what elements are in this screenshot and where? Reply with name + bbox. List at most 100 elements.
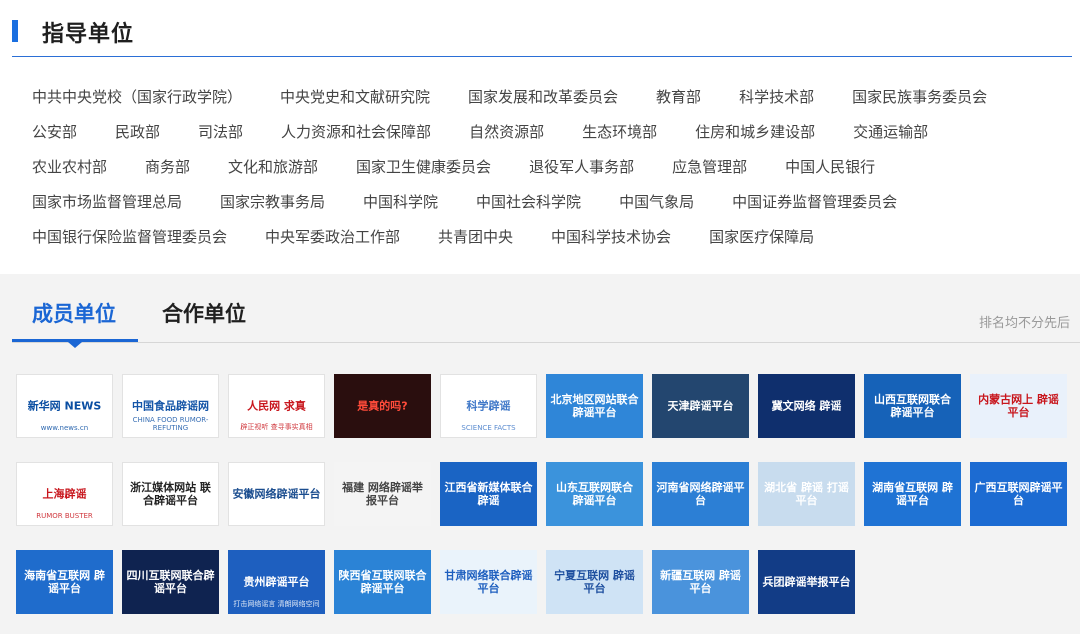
tab-member-units[interactable]: 成员单位 — [32, 298, 116, 328]
org-link[interactable]: 国家民族事务委员会 — [852, 84, 987, 110]
org-link[interactable]: 中国气象局 — [619, 189, 694, 215]
org-link[interactable]: 中国证券监督管理委员会 — [732, 189, 897, 215]
logo-text: 内蒙古网上 辟谣平台 — [978, 393, 1059, 419]
hebei-rumor-logo[interactable]: 冀文网络 辟谣 — [758, 374, 855, 438]
org-link[interactable]: 公安部 — [32, 119, 77, 145]
shanxi-rumor-logo[interactable]: 山西互联网联合 辟谣平台 — [864, 374, 961, 438]
logo-text: 山西互联网联合 辟谣平台 — [874, 393, 951, 419]
org-link[interactable]: 中国科学院 — [363, 189, 438, 215]
active-tab-caret-icon — [68, 342, 82, 348]
org-link[interactable]: 民政部 — [115, 119, 160, 145]
org-row: 中国银行保险监督管理委员会 中央军委政治工作部 共青团中央 中国科学技术协会 国家医疗保… — [32, 224, 1072, 259]
logo-text: 海南省互联网 辟谣平台 — [24, 569, 105, 595]
logo-text: 福建 网络辟谣举报平台 — [342, 481, 423, 507]
logo-subtext: CHINA FOOD RUMOR-REFUTING — [132, 416, 209, 432]
org-link[interactable]: 国家宗教事务局 — [220, 189, 325, 215]
logo-subtext: RUMOR BUSTER — [36, 512, 93, 520]
science-rumor-logo[interactable]: 科学辟谣 SCIENCE FACTS — [440, 374, 537, 438]
hubei-rumor-logo[interactable]: 湖北省 辟谣 打谣平台 — [758, 462, 855, 526]
org-row: 公安部 民政部 司法部 人力资源和社会保障部 自然资源部 生态环境部 住房和城乡建设部 交通运… — [32, 119, 1072, 154]
logo-text: 兵团辟谣举报平台 — [762, 575, 851, 589]
logo-subtext: 辟正视听 查寻事实真相 — [240, 423, 313, 431]
hainan-rumor-logo[interactable]: 海南省互联网 辟谣平台 — [16, 550, 113, 614]
logo-text: 是真的吗? — [357, 399, 408, 413]
logo-text: 湖南省互联网 辟谣平台 — [872, 481, 953, 507]
tab-partner-units[interactable]: 合作单位 — [162, 298, 246, 328]
china-food-rumor-logo[interactable]: 中国食品辟谣网 CHINA FOOD RUMOR-REFUTING — [122, 374, 219, 438]
anhui-rumor-logo[interactable]: 安徽网络辟谣平台 — [228, 462, 325, 526]
logo-subtext: www.news.cn — [40, 424, 89, 432]
org-link[interactable]: 中国人民银行 — [785, 154, 875, 180]
org-link[interactable]: 中国社会科学院 — [476, 189, 581, 215]
org-link[interactable]: 教育部 — [656, 84, 701, 110]
shaanxi-rumor-logo[interactable]: 陕西省互联网联合 辟谣平台 — [334, 550, 431, 614]
logo-text: 浙江媒体网站 联合辟谣平台 — [130, 481, 211, 507]
logo-subtext: 打击网络谣言 清朗网络空间 — [233, 600, 320, 608]
org-link[interactable]: 商务部 — [145, 154, 190, 180]
org-link[interactable]: 农业农村部 — [32, 154, 107, 180]
henan-rumor-logo[interactable]: 河南省网络辟谣平台 — [652, 462, 749, 526]
org-link[interactable]: 交通运输部 — [853, 119, 928, 145]
logo-text: 贵州辟谣平台 — [243, 575, 310, 589]
gansu-rumor-logo[interactable]: 甘肃网络联合辟谣平台 — [440, 550, 537, 614]
org-link[interactable]: 自然资源部 — [469, 119, 544, 145]
org-link[interactable]: 中央党史和文献研究院 — [280, 84, 430, 110]
org-link[interactable]: 住房和城乡建设部 — [695, 119, 815, 145]
guizhou-rumor-logo[interactable]: 贵州辟谣平台打击网络谣言 清朗网络空间 — [228, 550, 325, 614]
sichuan-rumor-logo[interactable]: 四川互联网联合辟谣平台 — [122, 550, 219, 614]
logo-text: 广西互联网辟谣平台 — [974, 481, 1063, 507]
org-link[interactable]: 中央军委政治工作部 — [265, 224, 400, 250]
logo-text: 人民网 求真 — [247, 399, 306, 413]
zhejiang-rumor-logo[interactable]: 浙江媒体网站 联合辟谣平台 — [122, 462, 219, 526]
guidance-header: 指导单位 — [12, 14, 1072, 57]
logo-text: 甘肃网络联合辟谣平台 — [444, 569, 533, 595]
org-link[interactable]: 退役军人事务部 — [529, 154, 634, 180]
logo-row: 海南省互联网 辟谣平台 四川互联网联合辟谣平台 贵州辟谣平台 打击网络谣言 清朗网络空… — [16, 550, 1080, 638]
guidance-units-section: 指导单位 中共中央党校（国家行政学院） 中央党史和文献研究院 国家发展和改革委员会 教… — [0, 0, 1080, 274]
bingtuan-rumor-logo[interactable]: 兵团辟谣举报平台 — [758, 550, 855, 614]
logo-text: 江西省新媒体联合 辟谣 — [444, 481, 533, 507]
org-link[interactable]: 国家发展和改革委员会 — [468, 84, 618, 110]
org-link[interactable]: 中共中央党校（国家行政学院） — [32, 84, 242, 110]
zhenjia-logo[interactable]: 是真的吗? — [334, 374, 431, 438]
logo-text: 北京地区网站联合 辟谣平台 — [550, 393, 639, 419]
org-row: 农业农村部 商务部 文化和旅游部 国家卫生健康委员会 退役军人事务部 应急管理部 中国人民银… — [32, 154, 1072, 189]
org-link[interactable]: 科学技术部 — [739, 84, 814, 110]
logo-text: 山东互联网联合 辟谣平台 — [556, 481, 633, 507]
shanghai-rumor-logo[interactable]: 上海辟谣 RUMOR BUSTER — [16, 462, 113, 526]
tianjin-rumor-logo[interactable]: 天津辟谣平台 — [652, 374, 749, 438]
hunan-rumor-logo[interactable]: 湖南省互联网 辟谣平台 — [864, 462, 961, 526]
fujian-rumor-logo[interactable]: 福建 网络辟谣举报平台 — [334, 462, 431, 526]
neimenggu-rumor-logo[interactable]: 内蒙古网上 辟谣平台 — [970, 374, 1067, 438]
jiangxi-rumor-logo[interactable]: 江西省新媒体联合 辟谣 — [440, 462, 537, 526]
shandong-rumor-logo[interactable]: 山东互联网联合 辟谣平台 — [546, 462, 643, 526]
people-qiuzhen-logo[interactable]: 人民网 求真辟正视听 查寻事实真相 — [228, 374, 325, 438]
member-units-section: 成员单位 合作单位 排名均不分先后 新华网 NEWS www.news.cn 中国食… — [0, 274, 1080, 634]
org-link[interactable]: 文化和旅游部 — [228, 154, 318, 180]
guangxi-rumor-logo[interactable]: 广西互联网辟谣平台 — [970, 462, 1067, 526]
logo-subtext: SCIENCE FACTS — [461, 424, 516, 432]
org-link[interactable]: 国家医疗保障局 — [709, 224, 814, 250]
org-link[interactable]: 中国科学技术协会 — [551, 224, 671, 250]
logo-text: 安徽网络辟谣平台 — [232, 487, 321, 501]
beijing-rumor-logo[interactable]: 北京地区网站联合 辟谣平台 — [546, 374, 643, 438]
org-link[interactable]: 国家卫生健康委员会 — [356, 154, 491, 180]
org-link[interactable]: 生态环境部 — [582, 119, 657, 145]
guidance-org-list: 中共中央党校（国家行政学院） 中央党史和文献研究院 国家发展和改革委员会 教育部 科学技… — [32, 84, 1072, 259]
org-link[interactable]: 应急管理部 — [672, 154, 747, 180]
header-accent-bar — [12, 20, 18, 42]
org-link[interactable]: 中国银行保险监督管理委员会 — [32, 224, 227, 250]
org-link[interactable]: 司法部 — [198, 119, 243, 145]
logo-text: 天津辟谣平台 — [667, 399, 734, 413]
org-link[interactable]: 国家市场监督管理总局 — [32, 189, 182, 215]
ningxia-rumor-logo[interactable]: 宁夏互联网 辟谣平台 — [546, 550, 643, 614]
logo-text: 冀文网络 辟谣 — [771, 399, 842, 413]
xinhua-logo[interactable]: 新华网 NEWS www.news.cn — [16, 374, 113, 438]
org-row: 中共中央党校（国家行政学院） 中央党史和文献研究院 国家发展和改革委员会 教育部 科学技… — [32, 84, 1072, 119]
logo-text: 上海辟谣 — [42, 487, 87, 501]
logo-text: 新华网 NEWS — [27, 399, 102, 413]
xinjiang-rumor-logo[interactable]: 新疆互联网 辟谣平台 — [652, 550, 749, 614]
org-link[interactable]: 共青团中央 — [438, 224, 513, 250]
org-link[interactable]: 人力资源和社会保障部 — [281, 119, 431, 145]
logo-text: 陕西省互联网联合 辟谣平台 — [338, 569, 427, 595]
